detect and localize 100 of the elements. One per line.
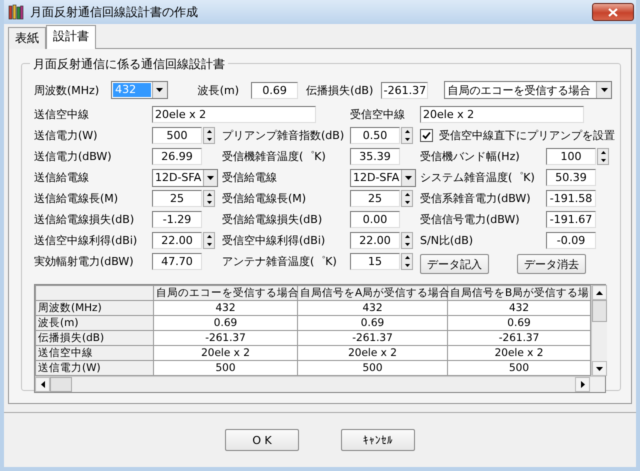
spin-button[interactable] (203, 190, 215, 207)
down-arrow-icon (206, 242, 212, 246)
field-label: 送信給電線損失(dB) (34, 212, 136, 227)
text-field[interactable]: 47.70 (152, 253, 202, 270)
caret-icon (207, 176, 214, 180)
feeder-dropdown[interactable]: 12D-SFA (350, 168, 416, 186)
field-label: 送信電力(W) (34, 128, 98, 143)
text-field[interactable]: 20ele x 2 (152, 106, 316, 123)
table-cell: 0.69 (448, 316, 590, 330)
horizontal-scrollbar[interactable] (35, 376, 605, 392)
window-title: 月面反射通信回線設計書の作成 (30, 4, 198, 20)
up-arrow-icon (600, 151, 606, 154)
close-button[interactable] (592, 3, 634, 21)
column-header: 自局信号をB局が受信する場 (448, 286, 590, 300)
right-arrow-icon (580, 381, 584, 388)
column-header: 自局のエコーを受信する場合 (154, 286, 298, 300)
up-arrow-icon (404, 193, 410, 196)
checkbox[interactable] (420, 129, 433, 142)
action-button[interactable]: データ消去 (517, 254, 586, 274)
spin-field[interactable]: 0.50 (350, 127, 400, 144)
vertical-scrollbar[interactable] (591, 285, 607, 376)
up-arrow-icon (404, 256, 410, 260)
text-field[interactable]: -191.67 (546, 211, 596, 228)
field-label: 送信給電線長(M) (34, 191, 120, 206)
spin-button[interactable] (401, 232, 413, 249)
table-cell: 432 (154, 300, 298, 316)
spin-field[interactable]: 15 (350, 253, 400, 270)
caret-icon (405, 176, 412, 180)
table-cell: -261.37 (154, 330, 298, 346)
field-label: 送信空中線 (34, 107, 90, 122)
tab[interactable]: 表紙 (8, 27, 46, 49)
spin-field[interactable]: 100 (546, 148, 596, 165)
text-field[interactable]: 20ele x 2 (420, 106, 584, 123)
down-arrow-icon (206, 200, 212, 204)
text-field[interactable]: -191.58 (546, 190, 596, 207)
group-title: 月面反射通信に係る通信回線設計書 (30, 56, 228, 73)
spin-button[interactable] (401, 253, 413, 270)
spin-button[interactable] (401, 190, 413, 207)
text-field[interactable]: -1.29 (152, 211, 202, 228)
up-arrow-icon (404, 235, 410, 238)
mode-dropdown[interactable]: 自局のエコーを受信する場合 (444, 81, 612, 99)
field-label: 実効輻射電力(dBW) (34, 254, 135, 269)
field-label: 受信信号電力(dBW) (420, 212, 521, 227)
row-header: 周波数(MHz) (36, 300, 154, 316)
down-arrow-icon (596, 366, 603, 370)
caret-icon (600, 88, 608, 92)
text-field[interactable]: 50.39 (546, 169, 596, 186)
tab[interactable]: 設計書 (46, 25, 96, 49)
down-arrow-icon (404, 200, 410, 204)
text-field[interactable]: -0.09 (546, 232, 596, 249)
spin-field[interactable]: 25 (350, 190, 400, 207)
field-label: 周波数(MHz) (34, 82, 100, 98)
table-cell: -261.37 (448, 330, 590, 346)
table-cell: 20ele x 2 (448, 346, 590, 360)
field-label: 波長(m) (198, 82, 239, 98)
text-field[interactable]: 26.99 (152, 148, 202, 165)
text-field[interactable]: -261.37 (381, 82, 428, 98)
text-field[interactable]: 35.39 (350, 148, 400, 165)
spin-button[interactable] (203, 232, 215, 249)
spin-button[interactable] (401, 127, 413, 144)
table-cell: 20ele x 2 (298, 346, 448, 360)
field-label: S/N比(dB) (420, 233, 474, 248)
books-icon (8, 4, 24, 20)
spin-field[interactable]: 25 (152, 190, 202, 207)
field-label: 伝播損失(dB) (306, 82, 374, 98)
scrollbar-thumb[interactable] (50, 377, 72, 392)
field-label: 受信給電線長(M) (222, 191, 308, 206)
text-field[interactable]: 0.69 (251, 82, 298, 98)
field-label: 受信給電線損失(dB) (222, 212, 324, 227)
spin-field[interactable]: 22.00 (152, 232, 202, 249)
dialog-button[interactable]: O K (225, 429, 299, 451)
scrollbar-thumb[interactable] (592, 300, 607, 322)
field-label: 送信給電線 (34, 170, 90, 185)
spin-button[interactable] (597, 148, 609, 165)
text-field[interactable]: 0.00 (350, 211, 400, 228)
down-arrow-icon (404, 138, 410, 141)
field-label: システム雑音温度(゜K) (420, 170, 536, 185)
column-header: 自局信号をA局が受信する場合 (298, 286, 448, 300)
row-header: 波長(m) (36, 316, 154, 330)
action-button[interactable]: データ記入 (420, 254, 489, 274)
field-label: 受信機雑音温度(゜K) (222, 149, 327, 164)
spin-field[interactable]: 500 (152, 127, 202, 144)
row-header: 送信空中線 (36, 346, 154, 360)
dialog-button[interactable]: ｷｬﾝｾﾙ (341, 429, 415, 451)
spin-field[interactable]: 22.00 (350, 232, 400, 249)
down-arrow-icon (206, 138, 212, 141)
left-arrow-icon (40, 381, 44, 388)
field-label: 送信電力(dBW) (34, 149, 113, 164)
field-label: 送信空中線利得(dBi) (34, 233, 138, 248)
table-cell: 0.69 (154, 316, 298, 330)
table-cell: 432 (448, 300, 590, 316)
feeder-dropdown[interactable]: 12D-SFA (152, 168, 218, 186)
close-icon (608, 8, 618, 16)
down-arrow-icon (404, 242, 410, 246)
row-header: 送信電力(W) (36, 360, 154, 376)
down-arrow-icon (600, 158, 606, 162)
up-arrow-icon (404, 130, 410, 134)
spin-button[interactable] (203, 127, 215, 144)
up-arrow-icon (596, 290, 603, 294)
table-cell: -261.37 (298, 330, 448, 346)
